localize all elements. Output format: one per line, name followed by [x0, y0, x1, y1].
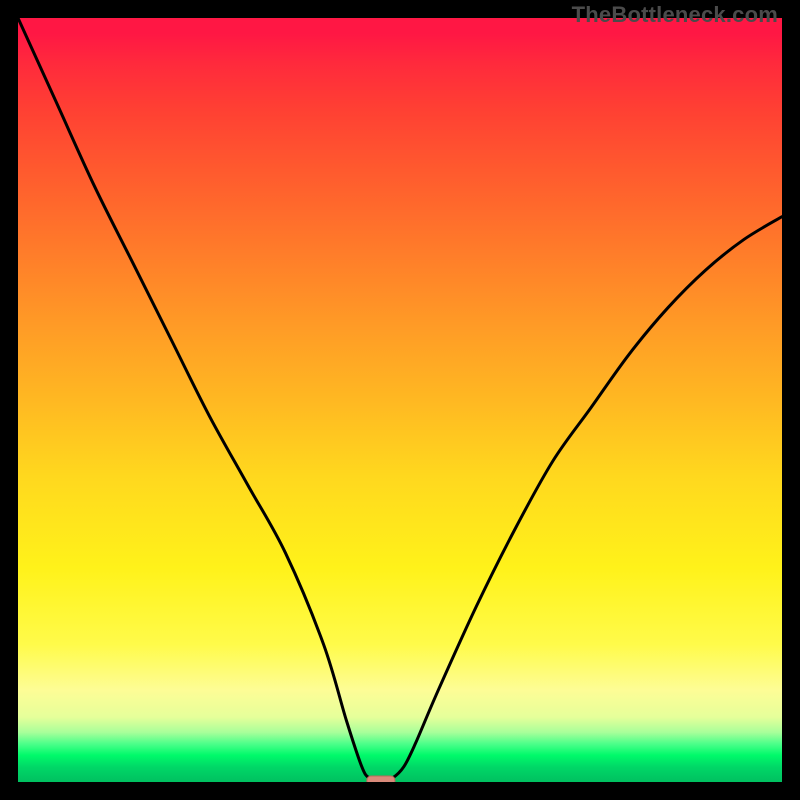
chart-frame: TheBottleneck.com — [0, 0, 800, 800]
curve-layer — [18, 18, 782, 782]
plot-area — [18, 18, 782, 782]
bottleneck-curve — [18, 18, 782, 782]
min-marker — [367, 776, 395, 782]
watermark-text: TheBottleneck.com — [572, 2, 778, 28]
